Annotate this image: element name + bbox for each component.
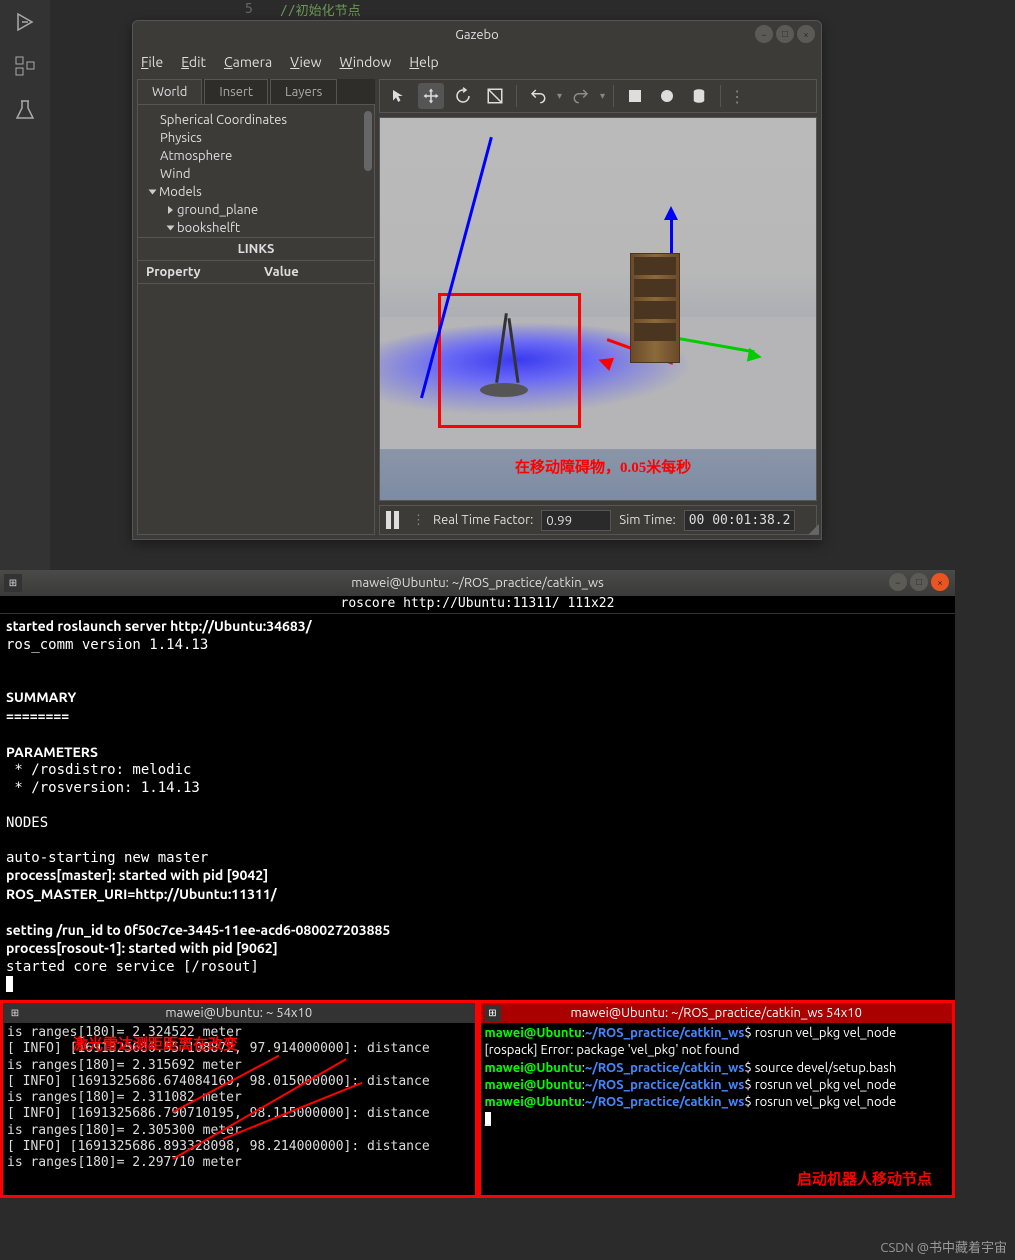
col-property: Property (138, 261, 256, 283)
world-tree: Spherical Coordinates Physics Atmosphere… (137, 104, 375, 535)
gazebo-statusbar: ⋮ Real Time Factor: Sim Time: 00 00:01:3… (379, 505, 817, 535)
tree-ground-plane[interactable]: ground_plane (138, 201, 374, 219)
z-axis-arrow (747, 348, 763, 364)
right-terminal: ⊞mawei@Ubuntu: ~/ROS_practice/catkin_ws … (478, 1000, 956, 1198)
ide-activity-bar (0, 0, 50, 570)
canvas-annotation: 在移动障碍物，0.05米每秒 (515, 456, 691, 477)
y-axis-arrow (664, 206, 678, 220)
watermark: CSDN @书中藏着宇宙 (880, 1237, 1007, 1256)
scale-tool-icon[interactable] (482, 83, 508, 109)
editor-comment: //初始化节点 (280, 0, 361, 19)
main-terminal-title: mawei@Ubuntu: ~/ROS_practice/catkin_ws (351, 576, 604, 590)
gazebo-titlebar[interactable]: Gazebo − □ × (133, 21, 821, 49)
gazebo-main-panel: ▾ ▾ ⋮ (379, 79, 817, 535)
extensions-icon[interactable] (13, 54, 37, 78)
robot-base (480, 383, 528, 397)
pane-icon[interactable]: ⊞ (4, 574, 22, 592)
pane-icon[interactable]: ⊞ (485, 1005, 501, 1021)
more-icon[interactable]: ⋮ (729, 87, 745, 106)
maximize-button[interactable]: □ (776, 25, 794, 43)
term-maximize-button[interactable]: □ (910, 573, 928, 591)
left-annotation: 激光雷达测距距离在改变 (73, 1033, 238, 1054)
tab-insert[interactable]: Insert (204, 79, 268, 104)
move-tool-icon[interactable] (418, 83, 444, 109)
menu-file[interactable]: File (141, 54, 163, 70)
gazebo-window: Gazebo − □ × File Edit Camera View Windo… (132, 20, 822, 540)
tab-world[interactable]: World (137, 79, 202, 104)
tree-spherical[interactable]: Spherical Coordinates (138, 111, 374, 129)
box-shape-icon[interactable] (622, 83, 648, 109)
editor-line-number: 5 (245, 2, 253, 17)
tab-layers[interactable]: Layers (270, 79, 337, 104)
rtf-label: Real Time Factor: (433, 513, 533, 527)
property-header: Property Value (138, 261, 374, 284)
gazebo-left-panel: World Insert Layers Spherical Coordinate… (137, 79, 375, 535)
right-annotation: 启动机器人移动节点 (797, 1168, 932, 1189)
main-terminal-tab[interactable]: roscore http://Ubuntu:11311/ 111x22 (0, 596, 955, 614)
bottom-terminal-row: ⊞mawei@Ubuntu: ~ 54x10 is ranges[180]= 2… (0, 1000, 955, 1198)
main-terminal-titlebar[interactable]: mawei@Ubuntu: ~/ROS_practice/catkin_ws −… (0, 570, 955, 596)
col-value: Value (256, 261, 374, 283)
term-close-button[interactable]: × (931, 573, 949, 591)
menu-view[interactable]: View (290, 54, 321, 70)
main-terminal-output[interactable]: started roslaunch server http://Ubuntu:3… (0, 614, 955, 999)
tree-bookshelft[interactable]: bookshelft (138, 219, 374, 237)
tree-models[interactable]: Models (138, 183, 374, 201)
tree-wind[interactable]: Wind (138, 165, 374, 183)
rotate-tool-icon[interactable] (450, 83, 476, 109)
gazebo-toolbar: ▾ ▾ ⋮ (379, 79, 817, 113)
menu-help[interactable]: Help (409, 54, 438, 70)
left-terminal-title[interactable]: ⊞mawei@Ubuntu: ~ 54x10 (3, 1003, 475, 1023)
gazebo-menubar: File Edit Camera View Window Help (133, 49, 821, 75)
right-terminal-title[interactable]: ⊞mawei@Ubuntu: ~/ROS_practice/catkin_ws … (481, 1003, 953, 1023)
bookshelf-model[interactable] (630, 253, 680, 363)
gazebo-title: Gazebo (455, 28, 499, 42)
run-icon[interactable] (13, 10, 37, 34)
rtf-value[interactable] (541, 510, 611, 531)
close-button[interactable]: × (797, 25, 815, 43)
flask-icon[interactable] (13, 98, 37, 122)
pane-icon[interactable]: ⊞ (7, 1005, 23, 1021)
term-minimize-button[interactable]: − (889, 573, 907, 591)
tree-atmosphere[interactable]: Atmosphere (138, 147, 374, 165)
gazebo-viewport[interactable]: 在移动障碍物，0.05米每秒 (379, 117, 817, 501)
tree-physics[interactable]: Physics (138, 129, 374, 147)
undo-icon[interactable] (525, 83, 551, 109)
redo-icon[interactable] (568, 83, 594, 109)
menu-edit[interactable]: Edit (181, 54, 206, 70)
tree-links-header: LINKS (138, 237, 374, 261)
select-tool-icon[interactable] (386, 83, 412, 109)
tree-scrollbar[interactable] (364, 111, 372, 171)
resize-grip-icon[interactable]: ◢ (808, 520, 819, 537)
simtime-value: 00 00:01:38.2 (684, 510, 796, 531)
menu-camera[interactable]: Camera (224, 54, 272, 70)
simtime-label: Sim Time: (619, 513, 675, 527)
sphere-shape-icon[interactable] (654, 83, 680, 109)
cylinder-shape-icon[interactable] (686, 83, 712, 109)
minimize-button[interactable]: − (755, 25, 773, 43)
pause-button[interactable] (386, 511, 404, 529)
left-terminal: ⊞mawei@Ubuntu: ~ 54x10 is ranges[180]= 2… (0, 1000, 478, 1198)
menu-window[interactable]: Window (339, 54, 391, 70)
